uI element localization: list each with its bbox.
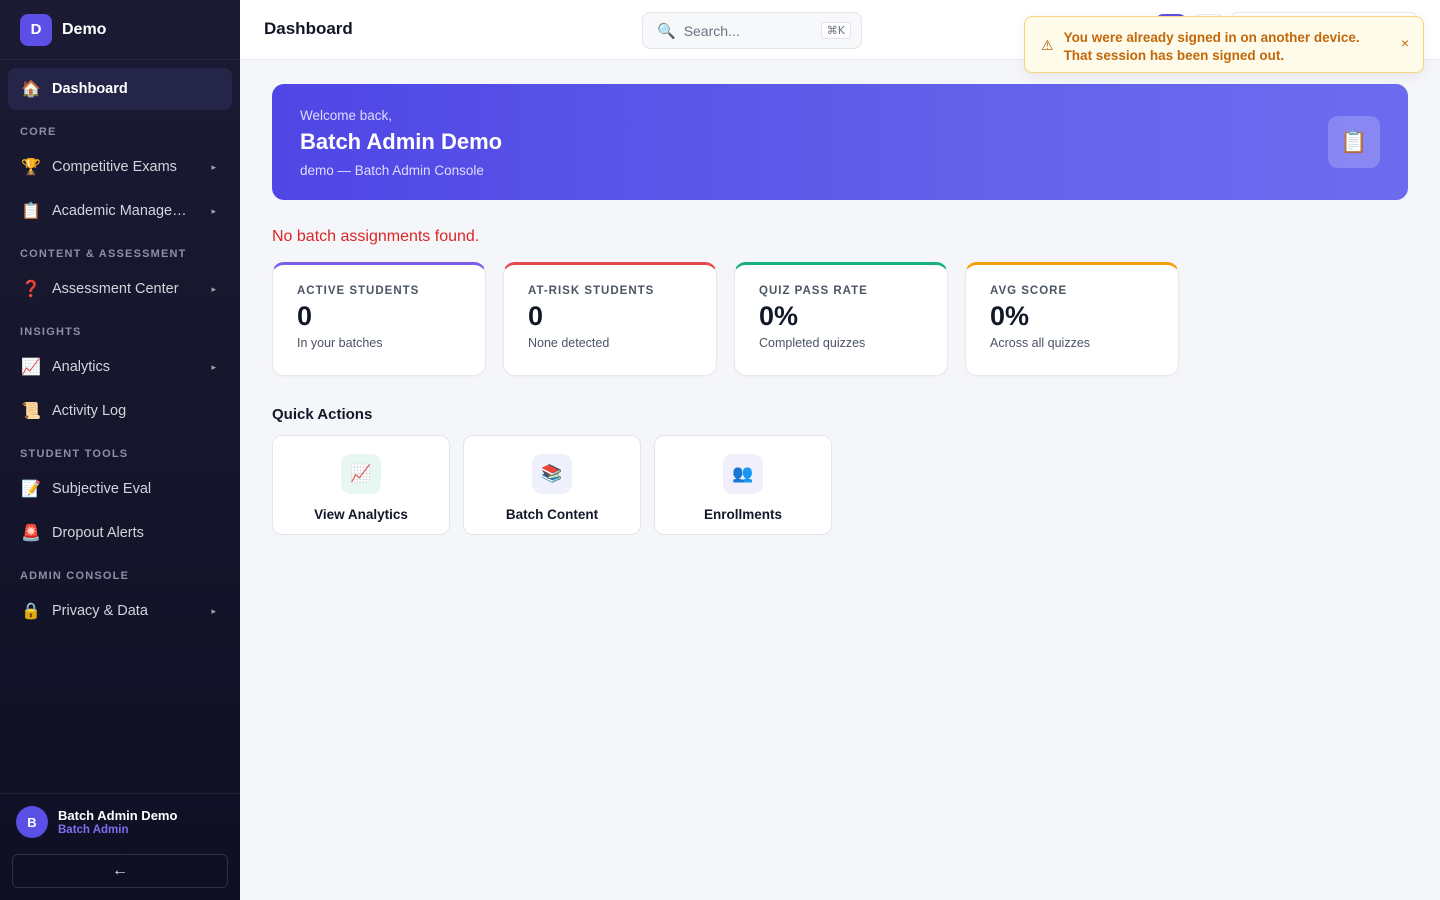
sidebar-nav: 🏠 Dashboard CORE 🏆 Competitive Exams ▸ 📋… (0, 60, 240, 632)
welcome-banner: Welcome back, Batch Admin Demo demo — Ba… (272, 84, 1408, 200)
sidebar-item-competitive-exams[interactable]: 🏆 Competitive Exams ▸ (8, 146, 232, 188)
chevron-right-icon: ▸ (211, 205, 216, 216)
brand[interactable]: D Demo (0, 0, 240, 60)
search-box[interactable]: 🔍 ⌘K (642, 12, 862, 49)
sidebar-item-dropout-alerts[interactable]: 🚨 Dropout Alerts (8, 512, 232, 554)
search-shortcut: ⌘K (820, 22, 851, 39)
quick-actions-row: 📈 View Analytics 📚 Batch Content 👥 Enrol… (272, 435, 1408, 535)
search-icon: 🔍 (657, 22, 676, 40)
sidebar-item-subjective-eval[interactable]: 📝 Subjective Eval (8, 468, 232, 510)
books-icon: 📚 (532, 454, 572, 494)
quick-action-label: Batch Content (505, 507, 599, 522)
stat-value: 0 (297, 301, 313, 331)
sidebar-item-label: Subjective Eval (52, 481, 152, 497)
user-profile[interactable]: B Batch Admin Demo Batch Admin (12, 806, 228, 838)
avatar: B (16, 806, 48, 838)
close-icon[interactable]: × (1401, 35, 1409, 51)
clipboard-icon: 📋 (1328, 116, 1380, 168)
welcome-greeting: Welcome back, (300, 108, 393, 123)
clipboard-icon: 📋 (21, 203, 41, 220)
trophy-icon: 🏆 (21, 159, 41, 176)
warning-icon: ⚠ (1041, 37, 1054, 53)
quick-action-view-analytics[interactable]: 📈 View Analytics (272, 435, 450, 535)
stat-card-active-students: ACTIVE STUDENTS 0 In your batches (272, 262, 486, 376)
page-title: Dashboard (264, 19, 353, 38)
sidebar-item-label: Competitive Exams (52, 159, 177, 175)
lock-icon: 🔒 (21, 603, 41, 620)
section-insights: INSIGHTS (20, 326, 82, 338)
stat-hint: Across all quizzes (990, 336, 1091, 350)
quick-action-batch-content[interactable]: 📚 Batch Content (463, 435, 641, 535)
stat-value: 0% (990, 301, 1030, 331)
user-info: Batch Admin Demo Batch Admin (58, 808, 177, 836)
toast-message: You were already signed in on another de… (1063, 30, 1360, 63)
chart-icon: 📈 (341, 454, 381, 494)
question-mark-icon: ❓ (21, 281, 41, 298)
stat-label: AVG SCORE (990, 285, 1068, 297)
brand-name: Demo (62, 20, 107, 38)
stat-hint: Completed quizzes (759, 336, 866, 350)
sidebar-item-label: Analytics (52, 359, 111, 375)
section-student-tools: STUDENT TOOLS (20, 448, 129, 460)
stat-value: 0% (759, 301, 799, 331)
sidebar-item-label: Assessment Center (52, 281, 179, 297)
stat-label: ACTIVE STUDENTS (297, 285, 420, 297)
sidebar-item-academic-management[interactable]: 📋 Academic Management ▸ (8, 190, 232, 232)
stat-hint: None detected (528, 336, 610, 350)
sidebar-item-label: Dashboard (52, 81, 128, 97)
sidebar: D Demo 🏠 Dashboard CORE 🏆 Competitive Ex… (0, 0, 240, 900)
stat-hint: In your batches (297, 336, 383, 350)
arrow-left-icon: ← (112, 862, 128, 879)
session-toast: ⚠ You were already signed in on another … (1024, 16, 1424, 73)
stat-label: QUIZ PASS RATE (759, 285, 868, 297)
stat-label: AT-RISK STUDENTS (528, 285, 655, 297)
quick-action-label: Enrollments (703, 507, 782, 522)
chevron-right-icon: ▸ (211, 161, 216, 172)
chevron-right-icon: ▸ (211, 361, 216, 372)
sidebar-item-label: Dropout Alerts (52, 525, 144, 541)
section-admin-console: ADMIN CONSOLE (20, 570, 130, 582)
siren-icon: 🚨 (21, 525, 41, 542)
scroll-icon: 📜 (21, 403, 41, 420)
stats-row: ACTIVE STUDENTS 0 In your batches AT-RIS… (272, 262, 1408, 376)
welcome-subtitle: demo — Batch Admin Console (300, 163, 484, 178)
stat-value: 0 (528, 301, 544, 331)
sidebar-item-label: Privacy & Data (52, 603, 148, 619)
sidebar-item-activity-log[interactable]: 📜 Activity Log (8, 390, 232, 432)
sidebar-item-analytics[interactable]: 📈 Analytics ▸ (8, 346, 232, 388)
home-icon: 🏠 (21, 81, 41, 98)
collapse-sidebar-button[interactable]: ← (12, 854, 228, 888)
quick-actions-title: Quick Actions (272, 406, 373, 423)
stat-card-avg-score: AVG SCORE 0% Across all quizzes (965, 262, 1179, 376)
sidebar-item-dashboard[interactable]: 🏠 Dashboard (8, 68, 232, 110)
main-content: Welcome back, Batch Admin Demo demo — Ba… (272, 84, 1408, 535)
chevron-right-icon: ▸ (211, 283, 216, 294)
stat-card-at-risk-students: AT-RISK STUDENTS 0 None detected (503, 262, 717, 376)
section-content-assessment: CONTENT & ASSESSMENT (20, 248, 187, 260)
welcome-name: Batch Admin Demo (300, 129, 503, 154)
section-core: CORE (20, 126, 57, 138)
chevron-right-icon: ▸ (211, 605, 216, 616)
user-role: Batch Admin (58, 824, 129, 836)
quick-action-enrollments[interactable]: 👥 Enrollments (654, 435, 832, 535)
sidebar-item-label: Academic Management (52, 203, 196, 219)
sidebar-item-label: Activity Log (52, 403, 127, 419)
error-message: No batch assignments found. (272, 228, 480, 245)
sidebar-item-assessment-center[interactable]: ❓ Assessment Center ▸ (8, 268, 232, 310)
search-input[interactable] (683, 22, 804, 39)
brand-logo: D (20, 13, 52, 46)
user-name: Batch Admin Demo (58, 808, 178, 823)
chart-icon: 📈 (21, 359, 41, 376)
users-icon: 👥 (723, 454, 763, 494)
quick-action-label: View Analytics (314, 507, 408, 522)
sidebar-item-privacy-data[interactable]: 🔒 Privacy & Data ▸ (8, 590, 232, 632)
stat-card-quiz-pass-rate: QUIZ PASS RATE 0% Completed quizzes (734, 262, 948, 376)
sidebar-footer: B Batch Admin Demo Batch Admin ← (0, 793, 240, 900)
memo-icon: 📝 (21, 481, 41, 498)
